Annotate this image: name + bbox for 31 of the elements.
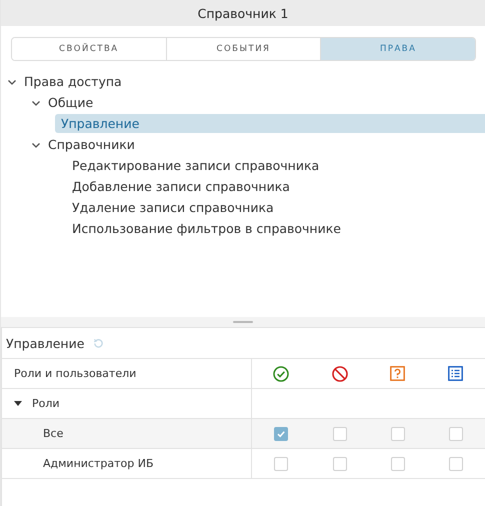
role-name: Все	[43, 427, 64, 440]
panel-title: Управление	[6, 336, 84, 350]
column-header: Роли и пользователи	[14, 367, 136, 380]
window-title: Справочник 1	[198, 6, 288, 20]
tree-item[interactable]: Права доступа	[24, 72, 128, 91]
checkbox[interactable]	[274, 456, 288, 470]
tree-item[interactable]: Справочники	[48, 135, 141, 154]
question-icon	[390, 366, 406, 381]
tree-item[interactable]: Редактирование записи справочника	[72, 156, 326, 175]
checkbox[interactable]	[332, 456, 347, 470]
group-label: Роли	[32, 397, 60, 410]
tree-item[interactable]: Использование фильтров в справочнике	[72, 219, 347, 238]
tree-item[interactable]: Управление	[55, 114, 485, 133]
checkmark-icon	[276, 428, 286, 438]
tree-item[interactable]: Добавление записи справочника	[72, 177, 296, 196]
checkbox[interactable]	[274, 426, 288, 440]
role-name: Администратор ИБ	[43, 457, 154, 470]
tab[interactable]: СВОЙСТВА	[12, 38, 167, 60]
splitter-handle[interactable]	[233, 321, 253, 323]
checkbox[interactable]	[390, 426, 405, 440]
check-circle-icon	[273, 366, 290, 382]
prohibited-icon	[332, 366, 348, 382]
tree-item[interactable]: Удаление записи справочника	[72, 198, 280, 217]
reset-icon[interactable]	[93, 338, 104, 348]
checkbox[interactable]	[448, 426, 463, 440]
checkbox[interactable]	[332, 426, 347, 440]
tree-item[interactable]: Общие	[48, 93, 100, 112]
list-icon	[448, 366, 464, 381]
checkbox[interactable]	[390, 456, 405, 470]
triangle-icon[interactable]	[14, 400, 22, 407]
checkbox[interactable]	[448, 456, 463, 470]
